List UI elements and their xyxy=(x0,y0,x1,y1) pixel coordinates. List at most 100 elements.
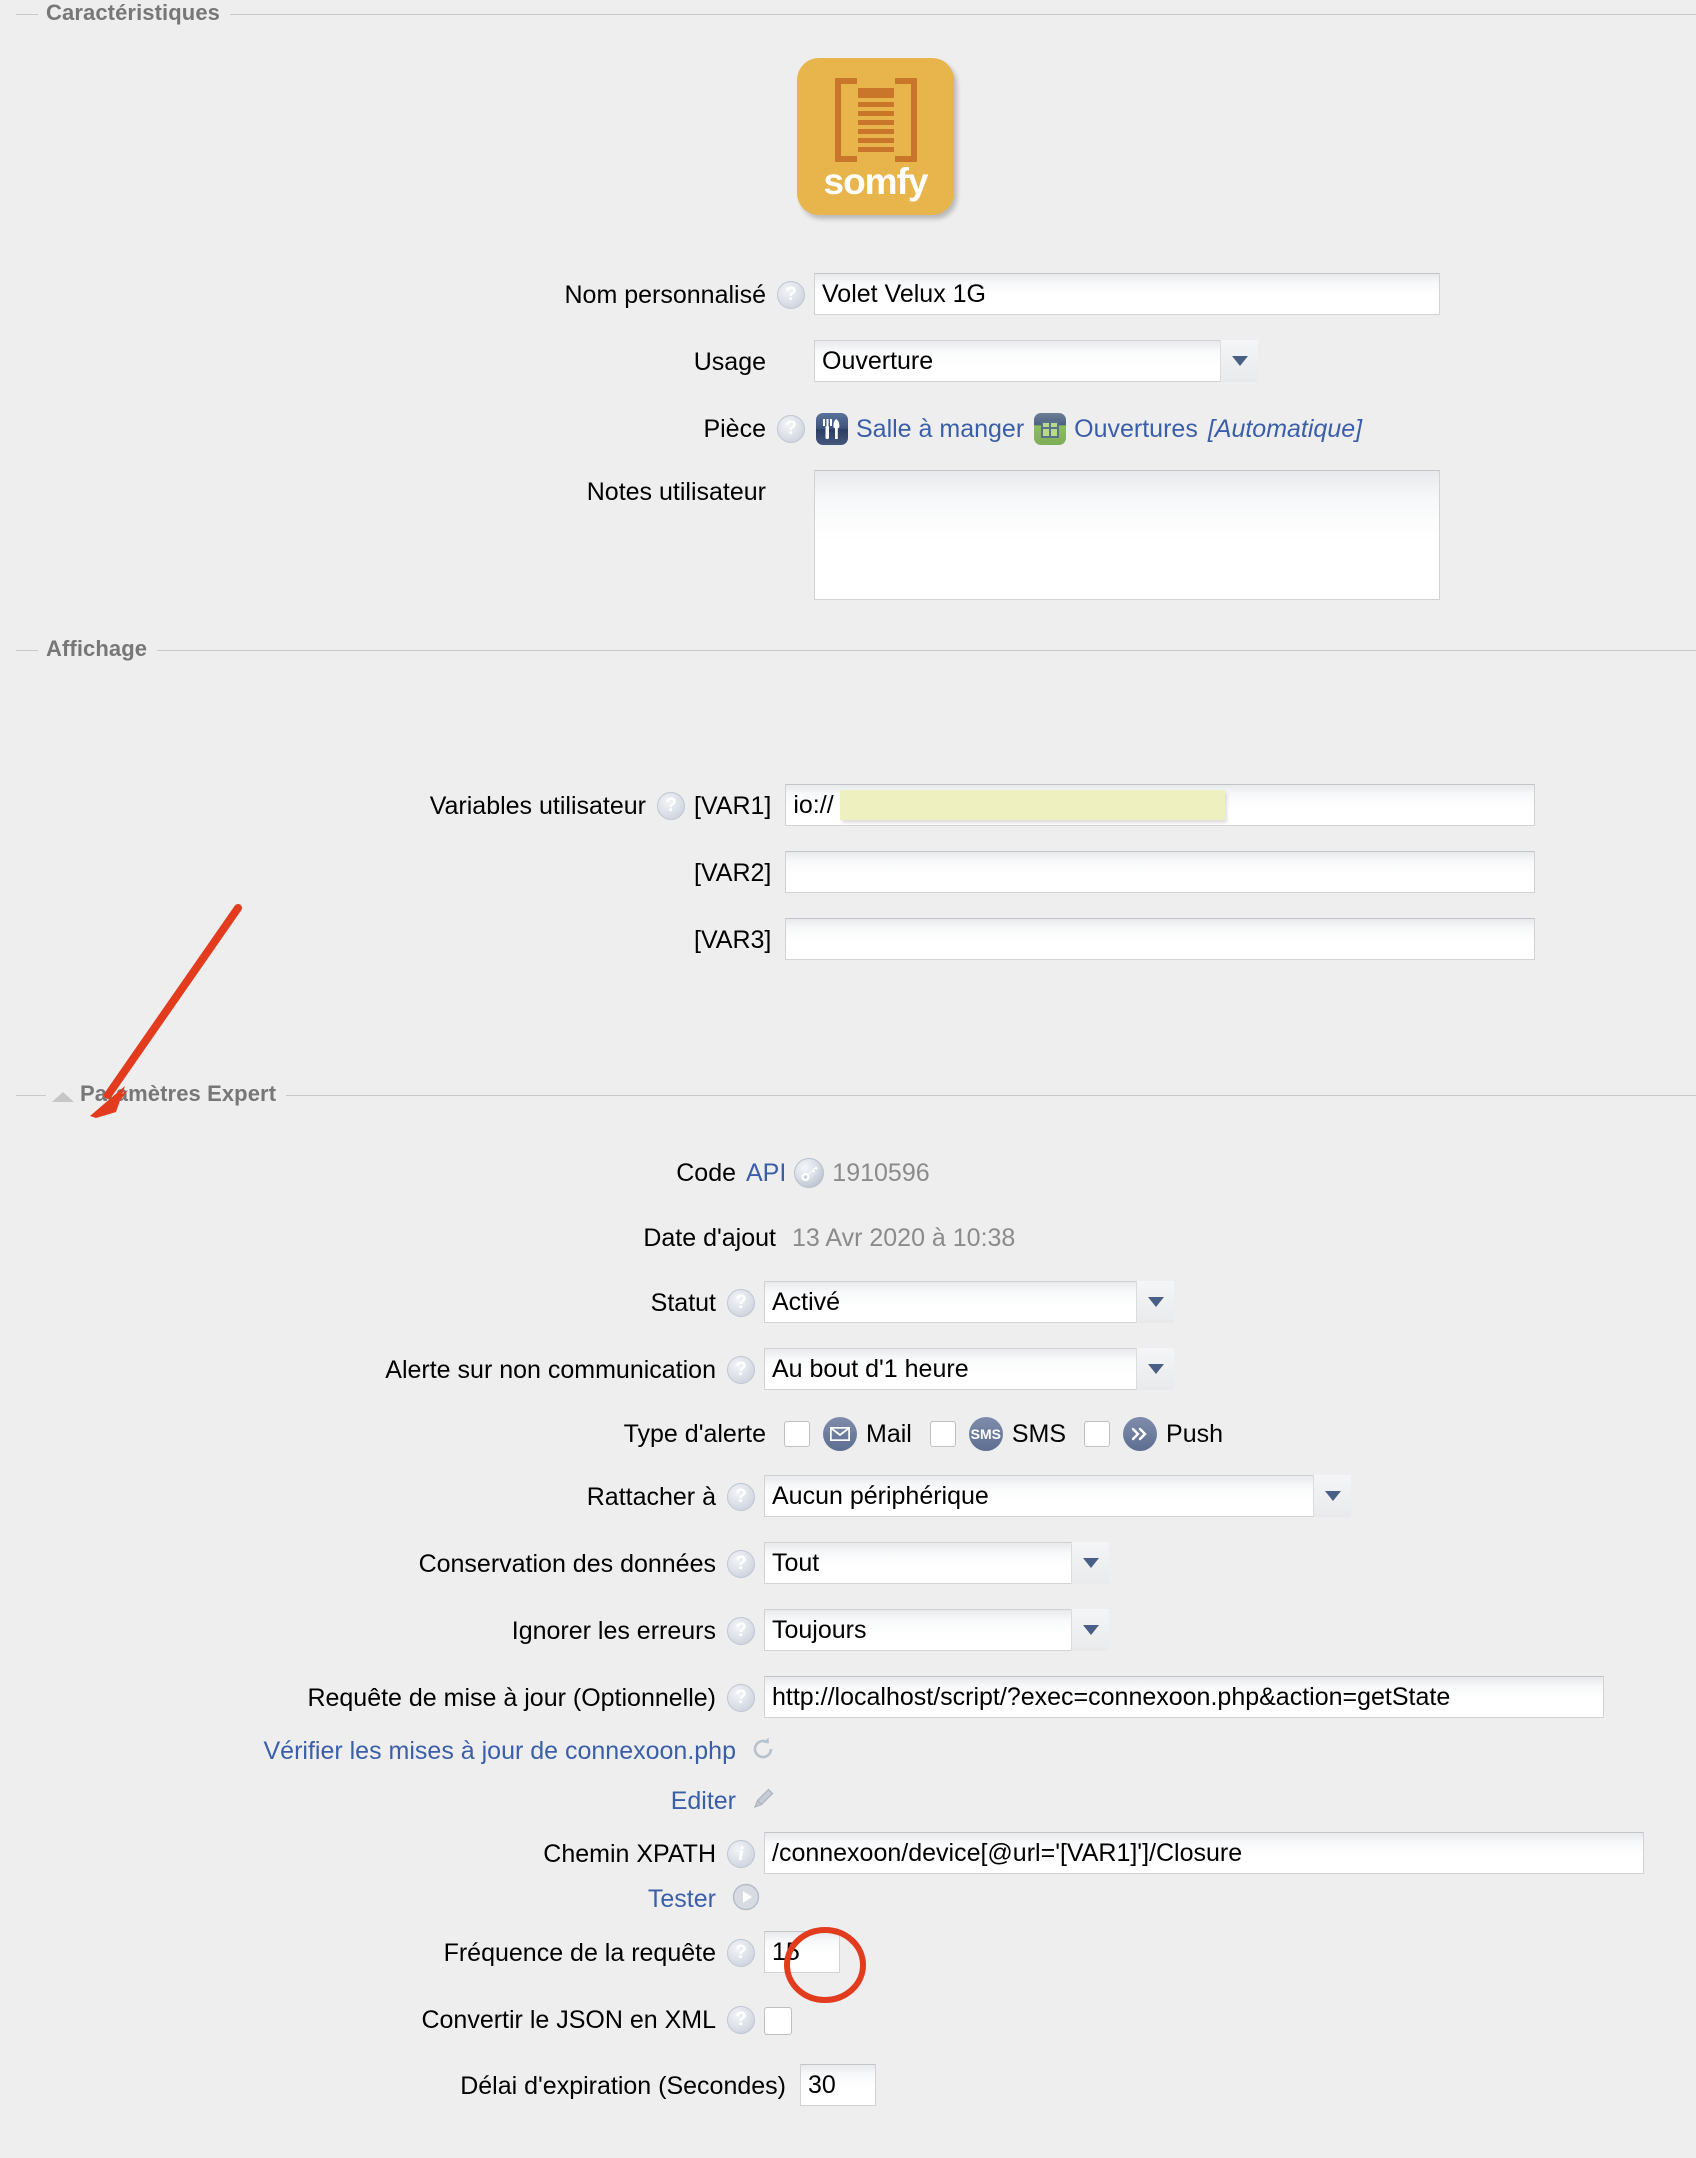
envelope-glyph xyxy=(830,1427,850,1441)
section-legend-expert-text: Paramètres Expert xyxy=(80,1081,276,1106)
row-var2: [VAR2] xyxy=(16,851,1535,895)
help-icon-requete[interactable]: ? xyxy=(727,1684,755,1712)
usage-select-value: Ouverture xyxy=(814,340,1258,382)
help-icon-json[interactable]: ? xyxy=(727,2006,755,2034)
refresh-glyph xyxy=(750,1736,776,1762)
help-icon-variables[interactable]: ? xyxy=(657,792,685,820)
checkbox-convertir-json[interactable] xyxy=(764,2007,792,2035)
editer-link[interactable]: Editer xyxy=(16,1784,736,1818)
delai-expiration-input[interactable]: 30 xyxy=(800,2064,876,2106)
var2-tag: [VAR2] xyxy=(694,851,771,895)
label-alerte-push: Push xyxy=(1166,1420,1223,1449)
ignorer-select-value: Toujours xyxy=(764,1609,1109,1651)
ignorer-select[interactable]: Toujours xyxy=(764,1609,1109,1651)
alerte-select[interactable]: Au bout d'1 heure xyxy=(764,1348,1174,1390)
row-convertir-json: Convertir le JSON en XML ? xyxy=(16,1998,792,2042)
pencil-glyph xyxy=(750,1786,776,1812)
play-glyph xyxy=(732,1883,760,1911)
statut-select[interactable]: Activé xyxy=(764,1281,1174,1323)
frequence-requete-input[interactable]: 15 xyxy=(764,1931,840,1973)
row-statut: Statut ? Activé xyxy=(16,1281,1174,1325)
help-icon-nom[interactable]: ? xyxy=(777,281,805,309)
checkbox-alerte-mail[interactable] xyxy=(784,1421,810,1447)
chevron-down-icon-statut[interactable] xyxy=(1136,1281,1174,1323)
label-alerte-non-communication: Alerte sur non communication xyxy=(16,1348,716,1392)
shutter-icon xyxy=(830,76,922,164)
section-parametres-expert: Paramètres Expert Code API 1910596 Date … xyxy=(16,1095,1696,2145)
row-piece: Pièce ? Salle à manger xyxy=(16,407,1362,451)
piece-automatique-tag: [Automatique] xyxy=(1208,415,1362,444)
var2-input[interactable] xyxy=(785,851,1535,893)
chevron-down-icon-ignorer[interactable] xyxy=(1071,1609,1109,1651)
mail-icon xyxy=(823,1417,857,1451)
row-conservation-donnees: Conservation des données ? Tout xyxy=(16,1542,1109,1586)
chevron-down-icon-rattacher[interactable] xyxy=(1313,1475,1351,1517)
alerte-select-value: Au bout d'1 heure xyxy=(764,1348,1174,1390)
checkbox-alerte-push[interactable] xyxy=(1084,1421,1110,1447)
help-icon-conservation[interactable]: ? xyxy=(727,1550,755,1578)
help-icon-alerte[interactable]: ? xyxy=(727,1356,755,1384)
pencil-icon[interactable] xyxy=(750,1786,776,1817)
label-delai-expiration: Délai d'expiration (Secondes) xyxy=(16,2064,786,2108)
label-variables-utilisateur: Variables utilisateur xyxy=(16,784,646,828)
label-conservation-donnees: Conservation des données xyxy=(16,1542,716,1586)
collapse-toggle-icon[interactable] xyxy=(52,1092,74,1102)
var1-input[interactable]: io:// xyxy=(785,784,1535,826)
checkbox-alerte-sms[interactable] xyxy=(930,1421,956,1447)
row-delai-expiration: Délai d'expiration (Secondes) 30 xyxy=(16,2064,876,2108)
label-nom-personnalise: Nom personnalisé xyxy=(16,273,766,317)
api-link[interactable]: API xyxy=(746,1159,786,1188)
notes-utilisateur-textarea[interactable] xyxy=(814,470,1440,600)
var1-tag: [VAR1] xyxy=(694,784,771,828)
var3-tag: [VAR3] xyxy=(694,918,771,962)
conservation-select[interactable]: Tout xyxy=(764,1542,1109,1584)
rattacher-select-value: Aucun périphérique xyxy=(764,1475,1351,1517)
label-usage: Usage xyxy=(16,340,766,384)
info-icon-xpath[interactable]: i xyxy=(727,1840,755,1868)
help-icon-piece[interactable]: ? xyxy=(777,415,805,443)
help-icon-ignorer[interactable]: ? xyxy=(727,1617,755,1645)
piece-room-link[interactable]: Salle à manger xyxy=(856,415,1024,444)
refresh-icon[interactable] xyxy=(750,1736,776,1767)
row-requete-maj: Requête de mise à jour (Optionnelle) ? h… xyxy=(16,1676,1604,1720)
piece-group-link[interactable]: Ouvertures xyxy=(1074,415,1198,444)
label-piece: Pièce xyxy=(16,407,766,451)
label-frequence-requete: Fréquence de la requête xyxy=(16,1931,716,1975)
label-requete-maj: Requête de mise à jour (Optionnelle) xyxy=(16,1676,716,1720)
verifier-maj-link[interactable]: Vérifier les mises à jour de connexoon.p… xyxy=(16,1734,736,1768)
requete-maj-input[interactable]: http://localhost/script/?exec=connexoon.… xyxy=(764,1676,1604,1718)
chemin-xpath-input[interactable]: /connexoon/device[@url='[VAR1]']/Closure xyxy=(764,1832,1644,1874)
label-date-ajout: Date d'ajout xyxy=(16,1221,776,1255)
label-type-alerte: Type d'alerte xyxy=(16,1416,766,1452)
sms-badge-text: SMS xyxy=(971,1426,1001,1442)
section-legend-affichage: Affichage xyxy=(38,636,157,662)
help-icon-rattacher[interactable]: ? xyxy=(727,1483,755,1511)
label-notes-utilisateur: Notes utilisateur xyxy=(16,470,766,514)
openings-group-icon xyxy=(1034,413,1066,445)
chevron-down-icon-alerte[interactable] xyxy=(1136,1348,1174,1390)
code-api-value: 1910596 xyxy=(832,1159,929,1188)
chevron-down-icon-usage[interactable] xyxy=(1220,340,1258,382)
var3-input[interactable] xyxy=(785,918,1535,960)
section-legend-caracteristiques: Caractéristiques xyxy=(38,0,230,26)
nom-personnalise-input[interactable]: Volet Velux 1G xyxy=(814,273,1440,315)
row-rattacher-a: Rattacher à ? Aucun périphérique xyxy=(16,1475,1351,1519)
help-icon-frequence[interactable]: ? xyxy=(727,1939,755,1967)
label-alerte-mail: Mail xyxy=(866,1420,912,1449)
tester-link[interactable]: Tester xyxy=(16,1882,716,1916)
section-caracteristiques: Caractéristiques somfy Nom personnalisé … xyxy=(16,14,1696,639)
key-glyph xyxy=(800,1164,819,1183)
row-editer: Editer xyxy=(16,1784,776,1818)
rattacher-select[interactable]: Aucun périphérique xyxy=(764,1475,1351,1517)
row-date-ajout: Date d'ajout 13 Avr 2020 à 10:38 xyxy=(16,1221,1015,1255)
row-tester: Tester xyxy=(16,1882,760,1916)
cutlery-icon xyxy=(822,418,842,440)
var1-prefix: io:// xyxy=(793,785,833,825)
row-alerte-non-communication: Alerte sur non communication ? Au bout d… xyxy=(16,1348,1174,1392)
help-icon-statut[interactable]: ? xyxy=(727,1289,755,1317)
chevron-down-icon-conservation[interactable] xyxy=(1071,1542,1109,1584)
play-icon[interactable] xyxy=(732,1883,760,1916)
label-statut: Statut xyxy=(16,1281,716,1325)
row-var1: Variables utilisateur ? [VAR1] io:// xyxy=(16,784,1535,828)
usage-select[interactable]: Ouverture xyxy=(814,340,1258,382)
